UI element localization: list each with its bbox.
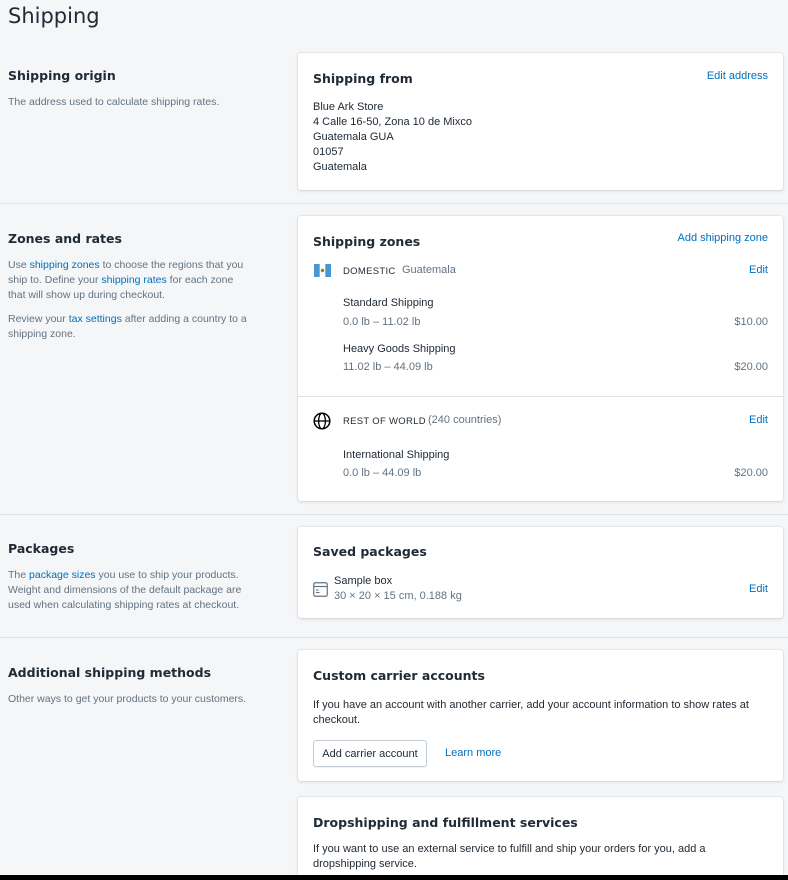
rate-name: International Shipping (343, 449, 450, 461)
package-dimensions: 30 × 20 × 15 cm, 0.188 kg (334, 590, 462, 602)
add-carrier-account-button[interactable]: Add carrier account (313, 740, 427, 767)
shipping-origin-heading: Shipping origin (8, 68, 116, 83)
guatemala-flag-icon (314, 264, 331, 277)
custom-carrier-card: Custom carrier accounts If you have an a… (298, 650, 783, 781)
package-box-icon (313, 582, 328, 597)
domestic-zone-label: DOMESTIC (343, 266, 396, 277)
saved-packages-card: Saved packages Sample box 30 × 20 × 15 c… (298, 527, 783, 618)
zones-rates-heading: Zones and rates (8, 231, 122, 246)
shipping-zones-title: Shipping zones (313, 234, 421, 249)
section-divider (0, 203, 788, 204)
rate-name: Heavy Goods Shipping (343, 343, 456, 355)
edit-rest-of-world-zone-link[interactable]: Edit (749, 414, 768, 426)
rate-range: 0.0 lb – 44.09 lb (343, 467, 422, 479)
address-line-street: 4 Calle 16-50, Zona 10 de Mixco (313, 116, 472, 128)
saved-packages-title: Saved packages (313, 544, 427, 559)
package-sizes-link[interactable]: package sizes (29, 569, 96, 581)
shipping-origin-section: Shipping origin The address used to calc… (8, 68, 258, 110)
section-divider (0, 637, 788, 638)
tax-settings-link[interactable]: tax settings (69, 313, 122, 325)
shipping-zones-link[interactable]: shipping zones (30, 259, 100, 271)
rate-name: Standard Shipping (343, 297, 434, 309)
add-shipping-zone-link[interactable]: Add shipping zone (677, 232, 768, 244)
zones-rates-section: Zones and rates Use shipping zones to ch… (8, 231, 253, 342)
custom-carrier-title: Custom carrier accounts (313, 668, 485, 683)
address-line-postal: 01057 (313, 146, 344, 158)
shipping-rates-link[interactable]: shipping rates (101, 274, 166, 286)
rate-range: 0.0 lb – 11.02 lb (343, 316, 421, 328)
address-line-store: Blue Ark Store (313, 101, 384, 113)
rest-of-world-zone-label: REST OF WORLD (343, 416, 426, 427)
additional-methods-heading: Additional shipping methods (8, 665, 212, 680)
additional-methods-description: Other ways to get your products to your … (8, 693, 247, 705)
globe-icon (313, 412, 331, 430)
dropshipping-text: If you want to use an external service t… (313, 843, 706, 870)
edit-domestic-zone-link[interactable]: Edit (749, 264, 768, 276)
edit-address-link[interactable]: Edit address (707, 70, 768, 82)
shipping-from-card: Shipping from Edit address Blue Ark Stor… (298, 53, 783, 190)
page-title: Shipping (8, 4, 100, 28)
packages-description: The package sizes you use to ship your p… (8, 569, 242, 611)
tax-settings-note: Review your tax settings after adding a … (8, 313, 247, 340)
packages-section: Packages The package sizes you use to sh… (8, 541, 253, 613)
learn-more-link[interactable]: Learn more (445, 747, 501, 759)
shipping-origin-description: The address used to calculate shipping r… (8, 96, 220, 108)
additional-methods-section: Additional shipping methods Other ways t… (8, 665, 258, 707)
rate-range: 11.02 lb – 44.09 lb (343, 361, 433, 373)
rate-price: $10.00 (734, 316, 768, 328)
rest-of-world-country-count: (240 countries) (428, 414, 502, 426)
package-name: Sample box (334, 575, 393, 587)
shipping-zones-card: Shipping zones Add shipping zone DOMESTI… (298, 216, 783, 501)
zones-rates-description: Use shipping zones to choose the regions… (8, 259, 244, 301)
section-divider (0, 514, 788, 515)
rate-price: $20.00 (734, 467, 768, 479)
edit-package-link[interactable]: Edit (749, 583, 768, 595)
address-line-country: Guatemala (313, 161, 367, 173)
address-line-city: Guatemala GUA (313, 131, 394, 143)
domestic-zone-country: Guatemala (402, 264, 456, 276)
packages-heading: Packages (8, 541, 75, 556)
zone-divider (298, 396, 783, 397)
shipping-from-title: Shipping from (313, 71, 413, 86)
rate-price: $20.00 (734, 361, 768, 373)
dropshipping-title: Dropshipping and fulfillment services (313, 815, 578, 830)
dropshipping-card: Dropshipping and fulfillment services If… (298, 797, 783, 880)
bottom-edge-bar (0, 875, 788, 880)
custom-carrier-text: If you have an account with another carr… (313, 699, 749, 726)
